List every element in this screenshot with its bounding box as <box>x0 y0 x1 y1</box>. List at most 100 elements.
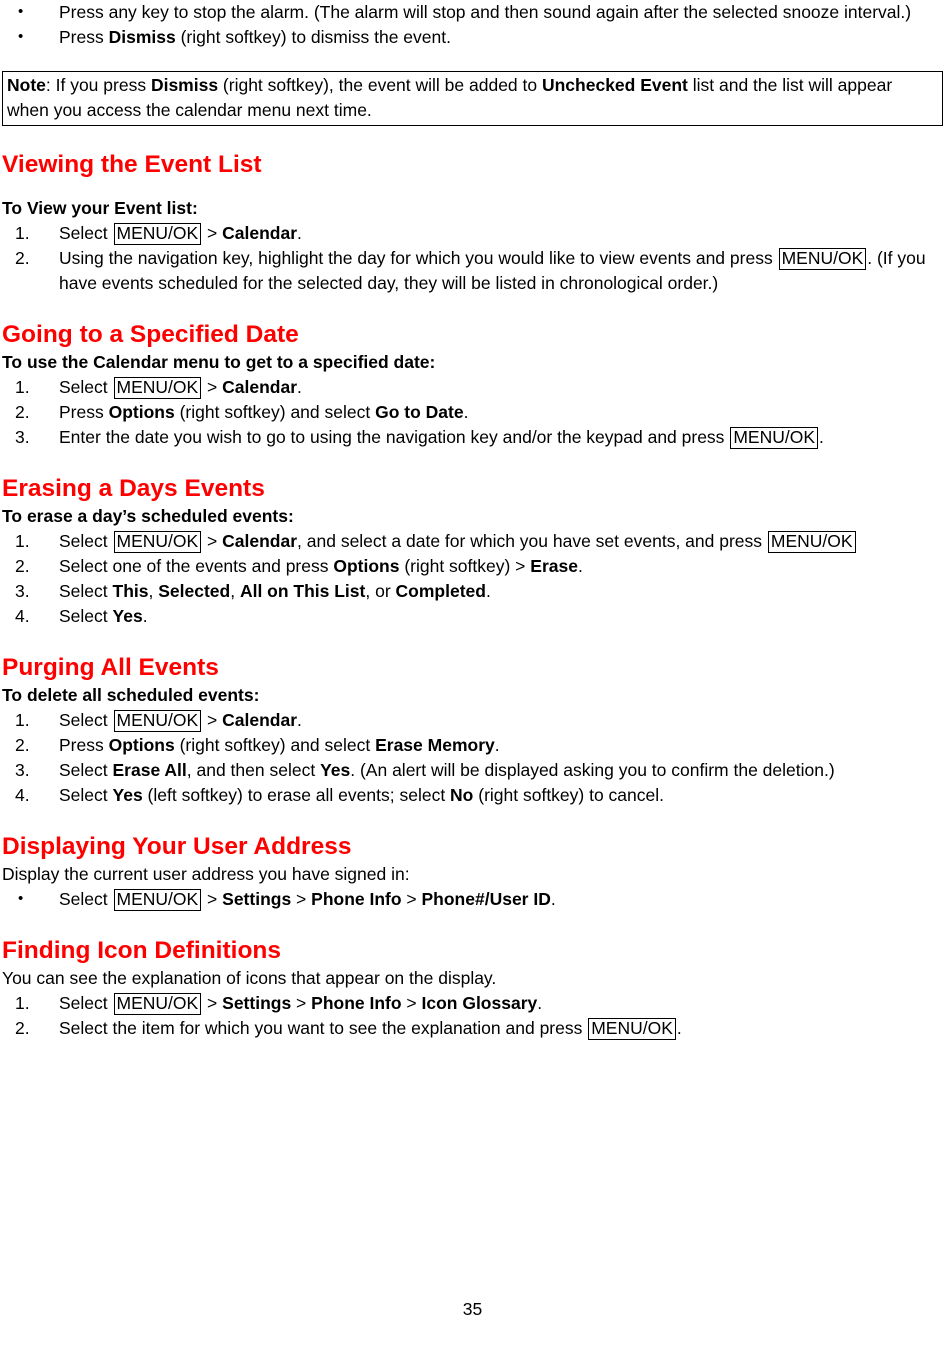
bullet-text-pre: Press <box>59 27 109 47</box>
step-text: , and select a date for which you have s… <box>297 531 767 551</box>
note-bold-unchecked-event: Unchecked Event <box>541 75 688 95</box>
menu-ok-key-token[interactable]: MENU/OK <box>113 377 202 399</box>
step-bold-settings: Settings <box>222 889 292 909</box>
step-text: (left softkey) to erase all events; sele… <box>142 785 451 805</box>
step-bold-calendar: Calendar <box>222 531 298 551</box>
step-text: , and then select <box>186 760 321 780</box>
subheading-delete-all-events: To delete all scheduled events: <box>2 685 260 705</box>
step-bold-yes: Yes <box>112 785 143 805</box>
menu-ok-key-token[interactable]: MENU/OK <box>778 248 867 270</box>
step-text: Select <box>59 531 113 551</box>
step-bold-options: Options <box>333 556 400 576</box>
bullet-text-bold: Dismiss <box>108 27 176 47</box>
step-text: . <box>819 427 824 447</box>
bullet-displaying-user-address: Select MENU/OK > Settings > Phone Info >… <box>2 886 943 912</box>
step-bold-erase-memory: Erase Memory <box>375 735 495 755</box>
step-text: . (An alert will be displayed asking you… <box>350 760 835 780</box>
step-text: . <box>494 735 500 755</box>
note-text-1: : If you press <box>45 75 151 95</box>
step-text: Select <box>59 889 113 909</box>
step-text: (right softkey) and select <box>174 735 376 755</box>
step-text: Press <box>59 735 109 755</box>
step-text: Select <box>59 760 113 780</box>
step-bold-go-to-date: Go to Date <box>375 402 464 422</box>
list-item: Select one of the events and press Optio… <box>2 554 943 579</box>
step-bold-calendar: Calendar <box>222 710 298 730</box>
bullet-text: Press any key to stop the alarm. (The al… <box>59 2 912 22</box>
list-item: Select MENU/OK > Settings > Phone Info >… <box>2 886 943 912</box>
step-text: . <box>463 402 469 422</box>
menu-ok-key-token[interactable]: MENU/OK <box>113 531 202 553</box>
step-bold-phone-user-id: Phone#/User ID <box>421 889 551 909</box>
step-bold-yes: Yes <box>112 606 143 626</box>
subheading-go-to-specified-date: To use the Calendar menu to get to a spe… <box>2 352 436 372</box>
step-text: Select <box>59 993 113 1013</box>
step-text: > <box>202 223 223 243</box>
step-text: Select one of the events and press <box>59 556 334 576</box>
steps-going-to-a-specified-date: Select MENU/OK > Calendar. Press Options… <box>2 375 943 450</box>
step-text: Enter the date you wish to go to using t… <box>59 427 730 447</box>
section-heading-finding-icon-definitions: Finding Icon Definitions <box>2 937 281 964</box>
step-text: > <box>202 993 223 1013</box>
menu-ok-key-token[interactable]: MENU/OK <box>588 1018 676 1040</box>
list-item: Press Options (right softkey) and select… <box>2 733 943 758</box>
intro-finding-icon-definitions: You can see the explanation of icons tha… <box>2 968 497 988</box>
section-heading-purging-all-events: Purging All Events <box>2 654 219 681</box>
step-text: , <box>148 581 159 601</box>
menu-ok-key-token[interactable]: MENU/OK <box>730 427 818 449</box>
step-text: > <box>202 710 223 730</box>
step-bold-erase-all: Erase All <box>112 760 187 780</box>
list-item: Using the navigation key, highlight the … <box>2 246 943 296</box>
steps-erasing-a-days-events: Select MENU/OK > Calendar, and select a … <box>2 529 943 629</box>
step-text: (right softkey) > <box>399 556 531 576</box>
step-bold-all-on-this-list: All on This List <box>239 581 366 601</box>
section-heading-viewing-the-event-list: Viewing the Event List <box>2 151 262 178</box>
subheading-erase-days-events: To erase a day’s scheduled events: <box>2 506 294 526</box>
step-bold-settings: Settings <box>222 993 292 1013</box>
list-item: Select MENU/OK > Settings > Phone Info >… <box>2 991 943 1016</box>
list-item: Enter the date you wish to go to using t… <box>2 425 943 450</box>
menu-ok-key-token[interactable]: MENU/OK <box>767 531 856 553</box>
step-bold-phone-info: Phone Info <box>311 889 402 909</box>
list-item: Select MENU/OK > Calendar. <box>2 708 943 733</box>
menu-ok-key-token[interactable]: MENU/OK <box>113 710 202 732</box>
step-text: > <box>202 889 223 909</box>
step-text: Select <box>59 710 113 730</box>
intro-bullet-list: Press any key to stop the alarm. (The al… <box>2 0 943 50</box>
list-item: Select the item for which you want to se… <box>2 1016 943 1041</box>
step-text: . <box>485 581 491 601</box>
menu-ok-key-token[interactable]: MENU/OK <box>113 889 202 911</box>
step-text: > <box>202 531 223 551</box>
step-text: (right softkey) to cancel. <box>473 785 665 805</box>
note-bold-dismiss: Dismiss <box>150 75 219 95</box>
step-text: Select <box>59 581 113 601</box>
step-text: Press <box>59 402 109 422</box>
steps-viewing-the-event-list: Select MENU/OK > Calendar. Using the nav… <box>2 221 943 296</box>
list-item: Select Yes (left softkey) to erase all e… <box>2 783 943 808</box>
step-bold-calendar: Calendar <box>222 223 298 243</box>
step-text: , <box>230 581 240 601</box>
bullet-text-post: (right softkey) to dismiss the event. <box>175 27 451 47</box>
step-text: Select <box>59 785 113 805</box>
step-text: > <box>202 377 223 397</box>
steps-purging-all-events: Select MENU/OK > Calendar. Press Options… <box>2 708 943 808</box>
list-item: Select This, Selected, All on This List,… <box>2 579 943 604</box>
step-bold-calendar: Calendar <box>222 377 298 397</box>
step-bold-no: No <box>450 785 474 805</box>
step-bold-this: This <box>112 581 149 601</box>
step-text: . <box>676 1018 682 1038</box>
step-bold-yes: Yes <box>320 760 351 780</box>
menu-ok-key-token[interactable]: MENU/OK <box>113 993 202 1015</box>
step-text: . <box>297 223 302 243</box>
list-item: Select MENU/OK > Calendar. <box>2 221 943 246</box>
step-bold-erase: Erase <box>530 556 578 576</box>
document-page: Press any key to stop the alarm. (The al… <box>0 0 945 1358</box>
list-item: Select Yes. <box>2 604 943 629</box>
menu-ok-key-token[interactable]: MENU/OK <box>113 223 202 245</box>
list-item: Press Dismiss (right softkey) to dismiss… <box>2 24 943 50</box>
list-item: Select Erase All, and then select Yes. (… <box>2 758 943 783</box>
